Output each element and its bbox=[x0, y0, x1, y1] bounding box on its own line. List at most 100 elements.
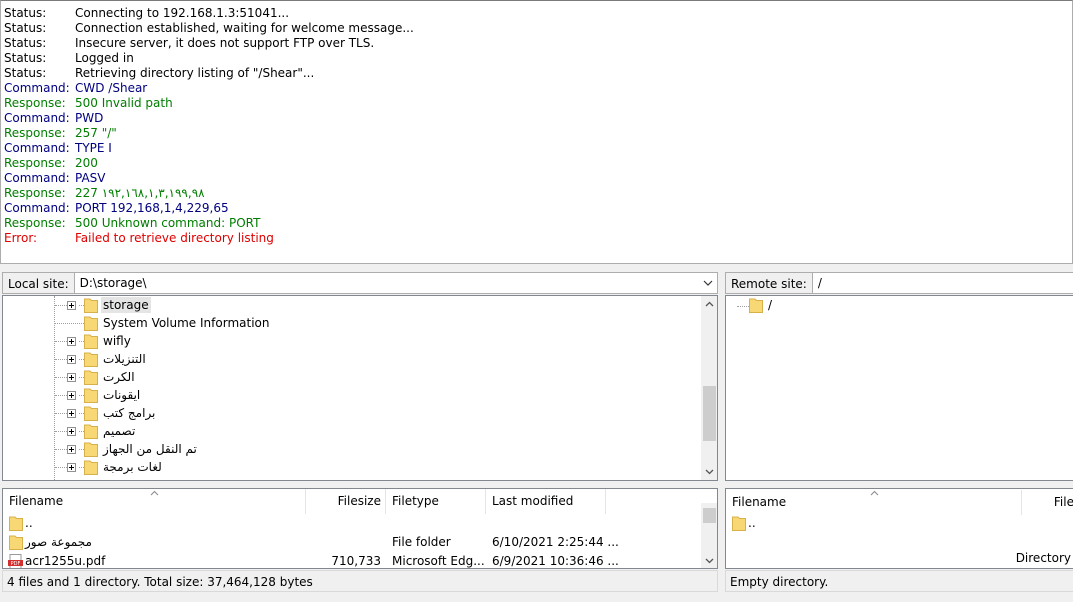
tree-item-label[interactable]: الكرت bbox=[101, 369, 137, 385]
tree-item-label[interactable]: لغات برمجة bbox=[101, 459, 164, 475]
log-entry-type: Command: bbox=[4, 201, 70, 215]
log-entry: Response: 500 Unknown command: PORT bbox=[1, 216, 1072, 231]
tree-item[interactable]: تم النقل من الجهاز bbox=[3, 440, 693, 458]
folder-icon bbox=[84, 424, 98, 439]
expand-icon[interactable] bbox=[67, 391, 76, 400]
scroll-up-icon[interactable] bbox=[704, 299, 715, 310]
expand-icon[interactable] bbox=[67, 301, 76, 310]
log-entry: Status: Connecting to 192.168.1.3:51041..… bbox=[1, 6, 1072, 21]
tree-item[interactable]: الكرت bbox=[3, 368, 693, 386]
log-entry-type: Status: bbox=[4, 21, 47, 35]
log-entry-type: Error: bbox=[4, 231, 38, 245]
expand-icon[interactable] bbox=[67, 463, 76, 472]
tree-item-label[interactable]: storage bbox=[101, 297, 151, 313]
log-entry-message: PASV bbox=[75, 171, 106, 185]
log-entry: Status: Retrieving directory listing of "… bbox=[1, 66, 1072, 81]
file-row[interactable]: مجموعة صور File folder 6/10/2021 2:25:44 .… bbox=[3, 533, 699, 552]
expand-icon[interactable] bbox=[67, 373, 76, 382]
remote-site-path[interactable]: / bbox=[818, 276, 822, 290]
scroll-down-icon[interactable] bbox=[704, 466, 715, 477]
tree-item[interactable]: wifly bbox=[3, 332, 693, 350]
local-site-path-combo[interactable]: D:\storage\ bbox=[73, 272, 718, 294]
log-entry-type: Command: bbox=[4, 141, 70, 155]
tree-item-label[interactable]: برامج كتب bbox=[101, 405, 157, 421]
scroll-thumb[interactable] bbox=[703, 508, 716, 523]
tree-item[interactable]: ايقونات bbox=[3, 386, 693, 404]
local-site-path[interactable]: D:\storage\ bbox=[80, 276, 147, 290]
column-header-filesize[interactable]: File bbox=[1022, 490, 1073, 515]
log-entry-message: TYPE I bbox=[75, 141, 112, 155]
local-file-scrollbar[interactable] bbox=[701, 503, 717, 568]
expand-icon[interactable] bbox=[67, 337, 76, 346]
tree-guide-line bbox=[55, 341, 67, 342]
log-entry-message: 500 Unknown command: PORT bbox=[75, 216, 261, 230]
log-entry-type: Response: bbox=[4, 156, 66, 170]
local-status-bar: 4 files and 1 directory. Total size: 37,… bbox=[2, 570, 718, 592]
tree-guide-line bbox=[737, 306, 749, 307]
column-header-filetype[interactable]: Filetype bbox=[386, 489, 486, 514]
tree-guide-line bbox=[55, 395, 67, 396]
tree-guide-line bbox=[55, 413, 67, 414]
local-site-bar: Local site: D:\storage\ bbox=[2, 271, 718, 295]
svg-text:PDF: PDF bbox=[11, 561, 21, 567]
tree-item-label[interactable]: System Volume Information bbox=[101, 315, 271, 331]
remote-site-path-combo[interactable]: / bbox=[811, 272, 1073, 294]
remote-file-list[interactable]: Filename File .. Directory bbox=[725, 488, 1073, 569]
local-site-label: Local site: bbox=[2, 272, 74, 294]
file-name: acr1255u.pdf bbox=[25, 554, 106, 568]
folder-icon bbox=[84, 316, 98, 331]
remote-status-text: Empty directory. bbox=[730, 575, 829, 589]
tree-item[interactable]: برامج كتب bbox=[3, 404, 693, 422]
column-header-last-modified[interactable]: Last modified bbox=[486, 489, 606, 514]
tree-item[interactable]: لغات برمجة bbox=[3, 458, 693, 476]
log-entry-message: 257 "/" bbox=[75, 126, 117, 140]
tree-guide-line bbox=[55, 449, 67, 450]
log-entry-message: Connection established, waiting for welc… bbox=[75, 21, 414, 35]
tree-item[interactable]: storage bbox=[3, 296, 693, 314]
local-tree-scrollbar[interactable] bbox=[701, 296, 717, 480]
expand-icon[interactable] bbox=[67, 409, 76, 418]
log-entry: Command: PORT 192,168,1,4,229,65 bbox=[1, 201, 1072, 216]
expand-icon[interactable] bbox=[67, 445, 76, 454]
tree-guide-line bbox=[55, 467, 67, 468]
tree-item-label[interactable]: تصميم bbox=[101, 423, 137, 439]
local-directory-tree[interactable]: storage System Volume Information wifly الت… bbox=[2, 295, 718, 481]
file-row[interactable]: PDF acr1255u.pdf 710,733 Microsoft Edg... 6/… bbox=[3, 552, 699, 568]
local-file-list[interactable]: Filename Filesize Filetype Last modified… bbox=[2, 488, 718, 569]
tree-item[interactable]: تصميم bbox=[3, 422, 693, 440]
column-header-filename-label: Filename bbox=[9, 494, 64, 508]
column-header-filesize[interactable]: Filesize bbox=[306, 489, 386, 514]
file-row[interactable]: .. bbox=[3, 514, 699, 533]
tree-item-label[interactable]: wifly bbox=[101, 333, 133, 349]
tree-guide-line bbox=[55, 305, 67, 306]
chevron-down-icon[interactable] bbox=[702, 277, 714, 289]
file-name: .. bbox=[25, 516, 33, 530]
file-type: Directory bbox=[1015, 551, 1071, 565]
tree-item-label[interactable]: التنزيلات bbox=[101, 351, 148, 367]
message-log[interactable]: Status: Connecting to 192.168.1.3:51041..… bbox=[0, 0, 1073, 264]
tree-item-label[interactable]: ايقونات bbox=[101, 387, 142, 403]
sort-ascending-icon bbox=[870, 490, 879, 496]
tree-item-label[interactable]: تم النقل من الجهاز bbox=[101, 441, 199, 457]
log-entry-type: Response: bbox=[4, 216, 66, 230]
file-row[interactable]: .. bbox=[726, 514, 1073, 533]
log-entry-message: Insecure server, it does not support FTP… bbox=[75, 36, 375, 50]
log-entry: Command: CWD /Shear bbox=[1, 81, 1072, 96]
remote-directory-tree[interactable]: / bbox=[725, 295, 1073, 481]
scroll-down-icon[interactable] bbox=[704, 555, 715, 566]
remote-tree-root[interactable]: / bbox=[766, 297, 774, 313]
column-header-filetype-label: Filetype bbox=[392, 494, 439, 508]
log-entry-message: PWD bbox=[75, 111, 104, 125]
log-entry: Response: 227 ١٩٢,١٦٨,١,٣,١٩٩,٩٨ bbox=[1, 186, 1072, 201]
log-entry-message: Logged in bbox=[75, 51, 134, 65]
file-name: مجموعة صور bbox=[25, 535, 92, 549]
column-header-filesize-label: Filesize bbox=[337, 494, 381, 508]
tree-item[interactable]: System Volume Information bbox=[3, 314, 693, 332]
log-entry-type: Status: bbox=[4, 36, 47, 50]
tree-item[interactable]: التنزيلات bbox=[3, 350, 693, 368]
log-entry: Command: PASV bbox=[1, 171, 1072, 186]
expand-icon[interactable] bbox=[67, 355, 76, 364]
scroll-thumb[interactable] bbox=[703, 386, 716, 441]
tree-guide-line bbox=[55, 359, 67, 360]
expand-icon[interactable] bbox=[67, 427, 76, 436]
